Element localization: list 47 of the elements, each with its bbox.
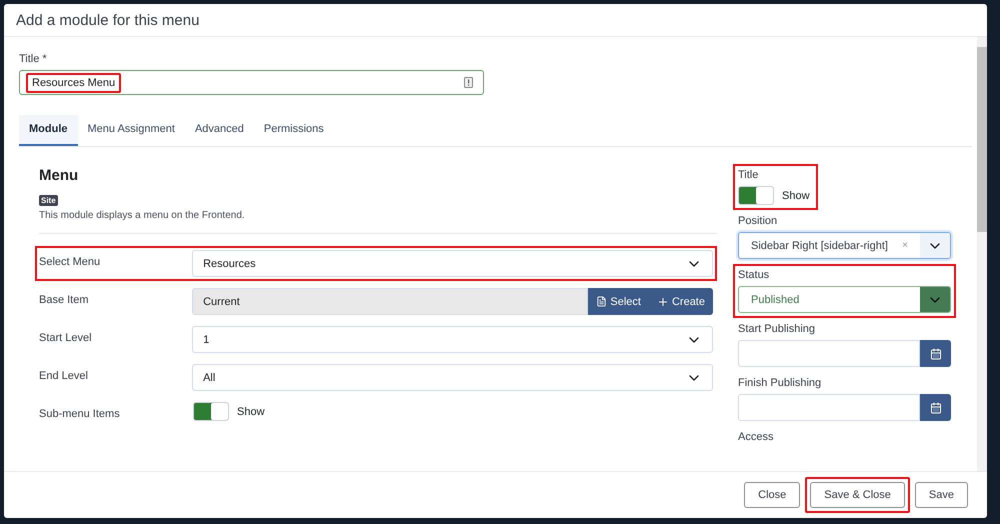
calendar-icon [930, 348, 942, 360]
select-field[interactable]: 1 [192, 326, 713, 353]
footer-button[interactable]: Save & Close [810, 482, 905, 508]
toggle-switch[interactable] [193, 402, 229, 421]
select-field[interactable]: All [192, 364, 713, 391]
field-label: Sub-menu Items [39, 407, 121, 420]
toggle-label: Show [237, 406, 265, 418]
tab[interactable]: Advanced [184, 115, 254, 146]
field-label: Status [738, 269, 770, 281]
dialog-title: Add a module for this menu [16, 12, 200, 28]
calendar-button[interactable] [920, 394, 951, 421]
tab[interactable]: Module [19, 115, 78, 146]
select-button[interactable]: Select [588, 288, 649, 315]
field-label: Title [738, 169, 760, 181]
exclamation-box-icon [464, 77, 473, 88]
file-icon [596, 296, 608, 307]
status-select[interactable]: Published [738, 286, 951, 313]
field-label: End Level [39, 369, 89, 382]
toggle-switch[interactable] [738, 186, 774, 205]
title-field[interactable]: Resources Menu [19, 70, 484, 95]
field-label: Base Item [39, 293, 90, 306]
calendar-button[interactable] [920, 340, 951, 367]
site-badge: Site [39, 195, 58, 206]
tab[interactable]: Permissions [254, 115, 334, 146]
field-value: Resources Menu [26, 72, 122, 92]
module-description: This module displays a menu on the Frontend. [39, 210, 717, 234]
module-heading: Menu [39, 167, 80, 184]
calendar-icon [930, 402, 942, 414]
field-label: Position [738, 215, 778, 227]
date-field[interactable] [738, 394, 920, 421]
field-label: Title * [19, 53, 48, 65]
tab[interactable]: Menu Assignment [78, 115, 185, 146]
date-field[interactable] [738, 340, 920, 367]
field-label: Select Menu [39, 255, 102, 268]
scrollbar-thumb[interactable] [977, 47, 987, 232]
position-select[interactable]: Sidebar Right [sidebar-right] × [738, 232, 951, 259]
field-label: Finish Publishing [738, 377, 822, 389]
create-button[interactable]: Create [648, 288, 713, 315]
footer-button[interactable]: Close [744, 482, 800, 508]
field-label: Start Level [39, 331, 93, 344]
item-field: Current [192, 288, 588, 315]
plus-icon [656, 296, 669, 308]
field-label: Start Publishing [738, 323, 816, 335]
field-label: Access [738, 431, 774, 443]
toggle-label: Show [782, 190, 810, 202]
select-field[interactable]: Resources [192, 250, 713, 277]
footer-button[interactable]: Save [914, 482, 968, 508]
